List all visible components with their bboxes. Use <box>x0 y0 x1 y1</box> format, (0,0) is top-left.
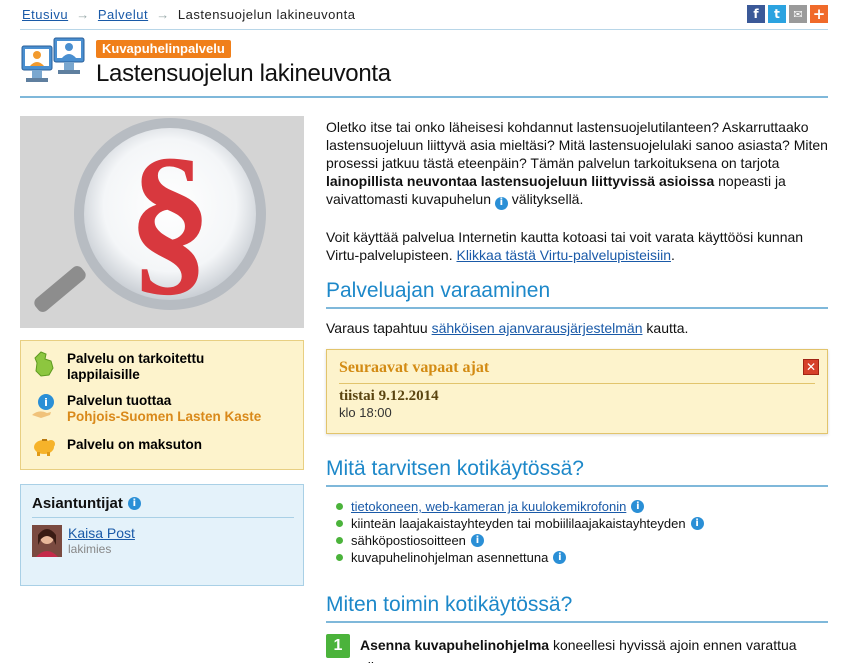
provider-name: Pohjois-Suomen Lasten Kaste <box>67 409 262 424</box>
slots-title: Seuraavat vapaat ajat <box>339 359 490 376</box>
heading-underline <box>326 621 828 623</box>
breadcrumb-separator: → <box>76 7 90 22</box>
list-item: sähköpostiosoitteen i <box>336 532 704 549</box>
divider <box>32 517 294 518</box>
piggy-bank-icon <box>31 433 57 459</box>
lapland-map-icon <box>31 351 57 377</box>
breadcrumb-current: Lastensuojelun lakineuvonta <box>177 7 356 22</box>
step-text: Asenna kuvapuhelinohjelma koneellesi hyv… <box>360 634 820 663</box>
service-type-badge: Kuvapuhelinpalvelu <box>96 40 231 58</box>
expert-role: lakimies <box>68 542 112 556</box>
target-audience-text: Palvelu on tarkoitettu lappilaisille <box>67 351 205 382</box>
section-sign-symbol: § <box>128 123 213 311</box>
list-item: tietokoneen, web-kameran ja kuulokemikro… <box>336 498 704 515</box>
howto-heading: Miten toimin kotikäytössä? <box>326 593 573 616</box>
requirements-list: tietokoneen, web-kameran ja kuulokemikro… <box>336 498 704 566</box>
share-plus-icon[interactable]: + <box>810 5 828 23</box>
intro-text-part: . <box>671 246 675 263</box>
slot-date[interactable]: tiistai 9.12.2014 <box>339 388 439 405</box>
booking-text-part: Varaus tapahtuu <box>326 320 432 336</box>
expert-name-link[interactable]: Kaisa Post <box>68 525 135 541</box>
bullet-icon <box>336 554 343 561</box>
hero-image: § <box>20 116 304 328</box>
list-item: kiinteän laajakaistayhteyden tai mobiili… <box>336 515 704 532</box>
provider-info-icon: i <box>31 393 57 419</box>
intro-paragraph-2: Voit käyttää palvelua Internetin kautta … <box>326 228 828 264</box>
virtu-points-link[interactable]: Klikkaa tästä Virtu-palvelupisteisiin <box>456 247 671 263</box>
provider-label: Palvelun tuottaa <box>67 393 172 408</box>
facebook-icon[interactable]: f <box>747 5 765 23</box>
divider <box>20 29 828 30</box>
heading-underline <box>326 485 828 487</box>
requirements-heading: Mitä tarvitsen kotikäytössä? <box>326 457 584 480</box>
avatar <box>32 525 62 557</box>
info-icon[interactable]: i <box>631 500 645 513</box>
requirement-text: sähköpostiosoitteen <box>351 533 466 548</box>
requirement-link[interactable]: tietokoneen, web-kameran ja kuulokemikro… <box>351 498 626 515</box>
booking-heading: Palveluajan varaaminen <box>326 279 551 302</box>
breadcrumb-home-link[interactable]: Etusivu <box>22 7 68 22</box>
experts-box: Asiantuntijat i Kaisa Post lakimies <box>20 484 304 586</box>
booking-text-part: kautta. <box>642 320 689 336</box>
price-row: Palvelu on maksuton <box>31 433 202 459</box>
header-divider <box>20 96 828 98</box>
breadcrumb-separator: → <box>156 7 170 22</box>
share-buttons: f t ✉ + <box>747 5 828 23</box>
mail-icon[interactable]: ✉ <box>789 5 807 23</box>
service-info-box: Palvelu on tarkoitettu lappilaisille i P… <box>20 340 304 470</box>
heading-underline <box>326 307 828 309</box>
info-icon[interactable]: i <box>470 534 484 547</box>
close-icon[interactable]: ✕ <box>803 359 819 375</box>
slot-time: klo 18:00 <box>339 405 392 420</box>
provider-row: i Palvelun tuottaa Pohjois-Suomen Lasten… <box>31 393 261 425</box>
bullet-icon <box>336 520 343 527</box>
price-text: Palvelu on maksuton <box>67 437 203 452</box>
info-icon[interactable]: i <box>127 497 141 510</box>
video-call-service-icon <box>20 36 86 90</box>
bullet-icon <box>336 537 343 544</box>
info-icon[interactable]: i <box>494 196 508 210</box>
intro-text-part: välityksellä. <box>507 191 584 207</box>
twitter-icon[interactable]: t <box>768 5 786 23</box>
svg-text:i: i <box>44 396 48 409</box>
info-icon[interactable]: i <box>690 517 704 530</box>
booking-system-link[interactable]: sähköisen ajanvarausjärjestelmän <box>432 320 643 336</box>
target-row: Palvelu on tarkoitettu lappilaisille <box>31 351 247 383</box>
requirement-text: kiinteän laajakaistayhteyden tai mobiili… <box>351 516 686 531</box>
page-title: Lastensuojelun lakineuvonta <box>96 60 391 87</box>
breadcrumb-services-link[interactable]: Palvelut <box>98 7 148 22</box>
breadcrumb: Etusivu → Palvelut → Lastensuojelun laki… <box>22 7 355 22</box>
requirement-text: kuvapuhelinohjelman asennettuna <box>351 550 549 565</box>
info-icon[interactable]: i <box>553 551 567 564</box>
experts-title-row: Asiantuntijat i <box>32 495 141 512</box>
step-number: 1 <box>326 634 350 658</box>
step-bold-text: Asenna kuvapuhelinohjelma <box>360 637 550 653</box>
booking-text: Varaus tapahtuu sähköisen ajanvarausjärj… <box>326 320 688 336</box>
top-bar: Etusivu → Palvelut → Lastensuojelun laki… <box>20 5 828 27</box>
intro-text: Oletko itse tai onko läheisesi kohdannut… <box>326 118 828 282</box>
experts-title: Asiantuntijat <box>32 495 123 512</box>
step-1: 1 Asenna kuvapuhelinohjelma koneellesi h… <box>326 634 820 663</box>
page: Etusivu → Palvelut → Lastensuojelun laki… <box>0 0 855 663</box>
available-slots-box: Seuraavat vapaat ajat ✕ tiistai 9.12.201… <box>326 349 828 434</box>
list-item: kuvapuhelinohjelman asennettuna i <box>336 549 704 566</box>
divider <box>339 383 815 384</box>
provider-block: Palvelun tuottaa Pohjois-Suomen Lasten K… <box>67 393 261 425</box>
intro-paragraph: Oletko itse tai onko läheisesi kohdannut… <box>326 118 828 210</box>
bullet-icon <box>336 503 343 510</box>
intro-bold-text: lainopillista neuvontaa lastensuojeluun … <box>326 173 715 189</box>
intro-text-part: Oletko itse tai onko läheisesi kohdannut… <box>326 119 828 171</box>
